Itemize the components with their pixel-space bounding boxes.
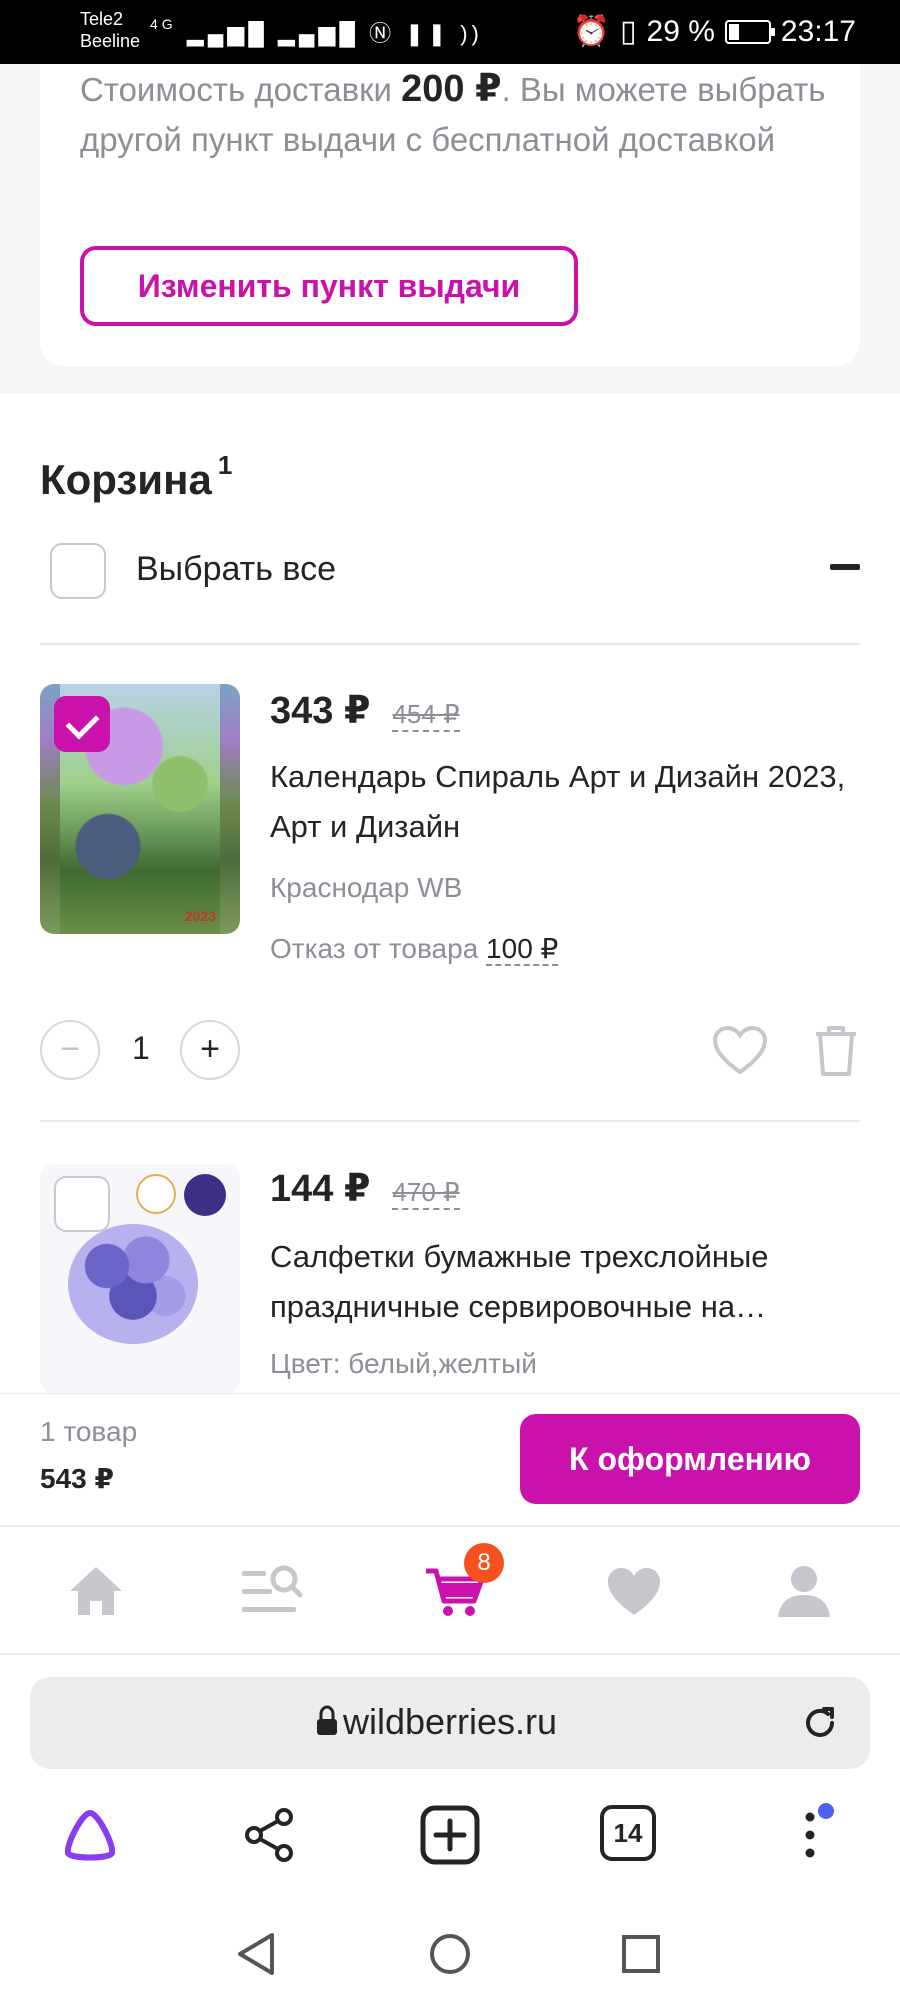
checkout-item-count: 1 товар	[40, 1416, 138, 1447]
item-checkbox[interactable]	[54, 1176, 110, 1232]
cast-icon: ))	[460, 21, 483, 46]
cart-nav-item[interactable]: 8	[424, 1543, 504, 1621]
back-icon[interactable]	[232, 1929, 282, 1979]
network-type: 4G	[150, 16, 177, 32]
calendar-year-label: 2023	[184, 908, 216, 924]
signal-icons: 4G ▂▄▆█ ▂▄▆█ Ⓝ ❚❚ ))	[150, 16, 483, 48]
carrier-2: Beeline	[80, 31, 141, 51]
clock: 23:17	[780, 15, 856, 48]
price-row: 144 ₽ 470 ₽	[270, 1166, 460, 1216]
old-price[interactable]: 470 ₽	[392, 1176, 460, 1210]
signal-icon-2: ▂▄▆█	[277, 21, 359, 46]
product-image-calendar[interactable]: 2023	[40, 684, 240, 934]
url-text[interactable]: wildberries.ru	[30, 1701, 870, 1743]
browser-menu-button[interactable]	[780, 1803, 840, 1865]
cart-count: 1	[217, 450, 233, 480]
change-pickup-point-button[interactable]: Изменить пункт выдачи	[80, 246, 578, 326]
quantity-row: − 1 +	[40, 1020, 860, 1082]
select-all-label[interactable]: Выбрать все	[136, 550, 336, 589]
delivery-price: 200 ₽	[401, 68, 502, 110]
delivery-text-before: Стоимость доставки	[80, 71, 402, 108]
pause-icon: ❚❚	[405, 21, 451, 46]
quality-badge-icon	[136, 1174, 176, 1214]
nfc-icon: Ⓝ	[369, 21, 396, 46]
cart-badge: 8	[464, 1543, 504, 1583]
lock-icon	[317, 1705, 337, 1735]
alice-assistant-icon[interactable]	[60, 1805, 120, 1865]
refusal-value[interactable]: 100 ₽	[486, 933, 559, 966]
select-all-checkbox[interactable]	[50, 543, 106, 599]
old-price[interactable]: 454 ₽	[392, 698, 460, 732]
quantity-value: 1	[132, 1030, 150, 1066]
divider	[40, 1120, 860, 1122]
warehouse-label: Краснодар WB	[270, 872, 463, 903]
share-icon[interactable]	[240, 1805, 300, 1865]
favorites-icon[interactable]	[606, 1567, 662, 1617]
system-navigation	[0, 1925, 900, 2000]
catalog-search-icon[interactable]	[240, 1561, 304, 1621]
carrier-1: Tele2	[80, 9, 124, 29]
price-row: 343 ₽ 454 ₽	[270, 688, 460, 738]
hydrangea-artwork	[68, 1224, 198, 1344]
address-bar[interactable]: wildberries.ru	[30, 1677, 870, 1769]
reload-icon[interactable]	[802, 1705, 838, 1741]
tabs-button[interactable]: 14	[600, 1805, 660, 1865]
product-title[interactable]: Салфетки бумажные трехслойные праздничны…	[270, 1232, 860, 1332]
checkout-bar: 1 товар 543 ₽ К оформлению	[0, 1393, 900, 1525]
product-title[interactable]: Календарь Спираль Арт и Дизайн 2023, Арт…	[270, 752, 860, 852]
item-checkbox[interactable]	[54, 696, 110, 752]
crown-badge-icon	[184, 1174, 226, 1216]
carrier-info: Tele2 Beeline	[80, 8, 140, 52]
decrease-quantity-button[interactable]: −	[40, 1020, 100, 1080]
status-bar: Tele2 Beeline 4G ▂▄▆█ ▂▄▆█ Ⓝ ❚❚ )) ⏰ ▯ 2…	[0, 0, 900, 64]
battery-icon	[724, 20, 775, 44]
home-circle-icon[interactable]	[425, 1929, 475, 1979]
divider	[40, 643, 860, 645]
app-bottom-nav: 8	[0, 1525, 900, 1655]
cart-title: Корзина 1	[40, 450, 232, 504]
cart-title-text: Корзина	[40, 456, 212, 503]
status-right: ⏰ ▯ 29 % 23:17	[573, 14, 856, 50]
product-color: Цвет: белый,желтый	[270, 1348, 537, 1379]
current-price: 144 ₽	[270, 1168, 371, 1210]
browser-bar: wildberries.ru 14	[0, 1655, 900, 1925]
refusal-label: Отказ от товара	[270, 933, 479, 964]
tabs-count: 14	[600, 1805, 656, 1861]
delivery-card: Стоимость доставки 200 ₽. Вы можете выбр…	[40, 64, 860, 366]
alarm-icon: ⏰	[572, 15, 611, 48]
vibrate-icon: ▯	[620, 15, 637, 48]
product-image-napkins[interactable]	[40, 1164, 240, 1394]
page: Tele2 Beeline 4G ▂▄▆█ ▂▄▆█ Ⓝ ❚❚ )) ⏰ ▯ 2…	[0, 0, 900, 2000]
home-icon[interactable]	[66, 1561, 126, 1621]
trash-icon[interactable]	[812, 1024, 860, 1078]
profile-icon[interactable]	[774, 1561, 834, 1621]
collapse-icon[interactable]	[830, 564, 860, 570]
signal-icon: ▂▄▆█	[186, 21, 268, 46]
refusal-info: Отказ от товара 100 ₽	[270, 932, 559, 966]
recent-apps-icon[interactable]	[616, 1929, 666, 1979]
select-all-row[interactable]: Выбрать все	[40, 540, 860, 602]
new-tab-icon[interactable]	[420, 1805, 480, 1865]
checkout-total: 543 ₽	[40, 1463, 114, 1494]
heart-icon[interactable]	[712, 1026, 768, 1076]
notification-dot	[818, 1803, 834, 1819]
increase-quantity-button[interactable]: +	[180, 1020, 240, 1080]
battery-percent: 29 %	[646, 15, 715, 48]
current-price: 343 ₽	[270, 690, 371, 732]
checkout-button[interactable]: К оформлению	[520, 1414, 860, 1504]
delivery-info: Стоимость доставки 200 ₽. Вы можете выбр…	[80, 64, 840, 165]
